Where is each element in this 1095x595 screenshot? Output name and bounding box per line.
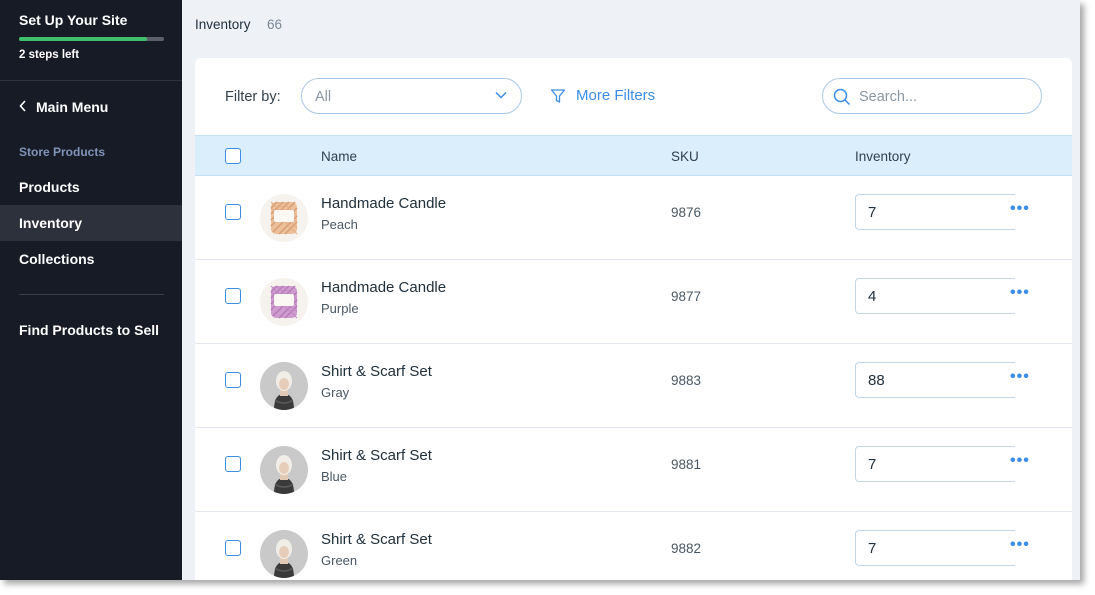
more-filters-button[interactable]: More Filters bbox=[550, 87, 655, 104]
sidebar-item-label: Products bbox=[19, 179, 80, 195]
product-sku: 9877 bbox=[671, 289, 702, 304]
product-sku: 9876 bbox=[671, 205, 702, 220]
product-thumbnail[interactable] bbox=[260, 362, 308, 410]
inventory-quantity-input[interactable] bbox=[855, 530, 1015, 566]
filter-label: Filter by: bbox=[225, 89, 281, 105]
product-thumbnail[interactable] bbox=[260, 194, 308, 242]
column-header-name[interactable]: Name bbox=[321, 149, 357, 164]
column-header-sku[interactable]: SKU bbox=[671, 149, 699, 164]
search-input[interactable] bbox=[859, 86, 1029, 108]
sidebar-item-collections[interactable]: Collections bbox=[0, 241, 182, 277]
table-header: Name SKU Inventory bbox=[195, 135, 1072, 176]
search-icon bbox=[833, 88, 851, 106]
inventory-quantity-input[interactable] bbox=[855, 362, 1015, 398]
setup-progress-fill bbox=[19, 37, 147, 41]
product-variant: Peach bbox=[321, 217, 358, 232]
row-checkbox[interactable] bbox=[225, 288, 241, 304]
inventory-quantity-input[interactable] bbox=[855, 446, 1015, 482]
table-row[interactable]: Handmade Candle Purple 9877 ••• bbox=[195, 260, 1072, 344]
table-row[interactable]: Handmade Candle Peach 9876 ••• bbox=[195, 176, 1072, 260]
inventory-quantity-input[interactable] bbox=[855, 194, 1015, 230]
section-label-store-products: Store Products bbox=[19, 145, 106, 159]
more-actions-icon[interactable]: ••• bbox=[1010, 368, 1030, 386]
chevron-left-icon bbox=[19, 99, 27, 115]
product-name[interactable]: Shirt & Scarf Set bbox=[321, 363, 432, 380]
product-sku: 9883 bbox=[671, 373, 702, 388]
product-thumbnail[interactable] bbox=[260, 446, 308, 494]
product-name[interactable]: Handmade Candle bbox=[321, 195, 446, 212]
more-filters-label: More Filters bbox=[576, 87, 656, 104]
sidebar-item-inventory[interactable]: Inventory bbox=[0, 205, 182, 241]
row-checkbox[interactable] bbox=[225, 204, 241, 220]
table-row[interactable]: Shirt & Scarf Set Gray 9883 ••• bbox=[195, 344, 1072, 428]
search-box bbox=[822, 78, 1042, 114]
setup-progress-bar bbox=[19, 37, 164, 41]
more-actions-icon[interactable]: ••• bbox=[1010, 284, 1030, 302]
inventory-count: 66 bbox=[267, 17, 283, 32]
sidebar-divider bbox=[19, 294, 164, 295]
row-checkbox[interactable] bbox=[225, 372, 241, 388]
product-thumbnail[interactable] bbox=[260, 278, 308, 326]
product-name[interactable]: Shirt & Scarf Set bbox=[321, 447, 432, 464]
inventory-quantity-input[interactable] bbox=[855, 278, 1015, 314]
product-thumbnail[interactable] bbox=[260, 530, 308, 578]
select-all-checkbox[interactable] bbox=[225, 148, 241, 164]
product-name[interactable]: Shirt & Scarf Set bbox=[321, 531, 432, 548]
more-actions-icon[interactable]: ••• bbox=[1010, 200, 1030, 218]
more-actions-icon[interactable]: ••• bbox=[1010, 452, 1030, 470]
chevron-down-icon bbox=[495, 91, 507, 99]
inventory-panel: Filter by: All More Filters Name SKU Inv… bbox=[195, 58, 1072, 580]
row-checkbox[interactable] bbox=[225, 540, 241, 556]
page-header: Inventory 66 bbox=[182, 0, 1080, 48]
sidebar-divider bbox=[0, 80, 182, 81]
product-variant: Purple bbox=[321, 301, 359, 316]
sidebar-item-label: Collections bbox=[19, 251, 95, 267]
filter-funnel-icon bbox=[550, 88, 566, 103]
breadcrumb: Inventory bbox=[195, 17, 251, 32]
product-variant: Gray bbox=[321, 385, 350, 400]
find-products-link[interactable]: Find Products to Sell bbox=[19, 322, 159, 338]
column-header-inventory[interactable]: Inventory bbox=[855, 149, 911, 164]
sidebar: Set Up Your Site 2 steps left Main Menu … bbox=[0, 0, 182, 580]
table-row[interactable]: Shirt & Scarf Set Green 9882 ••• bbox=[195, 512, 1072, 580]
sidebar-item-label: Inventory bbox=[19, 215, 83, 231]
main-menu-link[interactable]: Main Menu bbox=[19, 99, 108, 115]
filter-value: All bbox=[315, 89, 332, 105]
table-row[interactable]: Shirt & Scarf Set Blue 9881 ••• bbox=[195, 428, 1072, 512]
sidebar-item-products[interactable]: Products bbox=[0, 169, 182, 205]
product-variant: Green bbox=[321, 553, 358, 568]
app-window: Set Up Your Site 2 steps left Main Menu … bbox=[0, 0, 1080, 580]
product-name[interactable]: Handmade Candle bbox=[321, 279, 446, 296]
steps-left-label: 2 steps left bbox=[19, 49, 80, 61]
product-sku: 9882 bbox=[671, 541, 702, 556]
more-actions-icon[interactable]: ••• bbox=[1010, 536, 1030, 554]
main-menu-label: Main Menu bbox=[36, 99, 109, 115]
product-variant: Blue bbox=[321, 469, 348, 484]
filter-dropdown[interactable]: All bbox=[301, 78, 522, 114]
row-checkbox[interactable] bbox=[225, 456, 241, 472]
product-sku: 9881 bbox=[671, 457, 702, 472]
setup-title[interactable]: Set Up Your Site bbox=[19, 12, 127, 28]
